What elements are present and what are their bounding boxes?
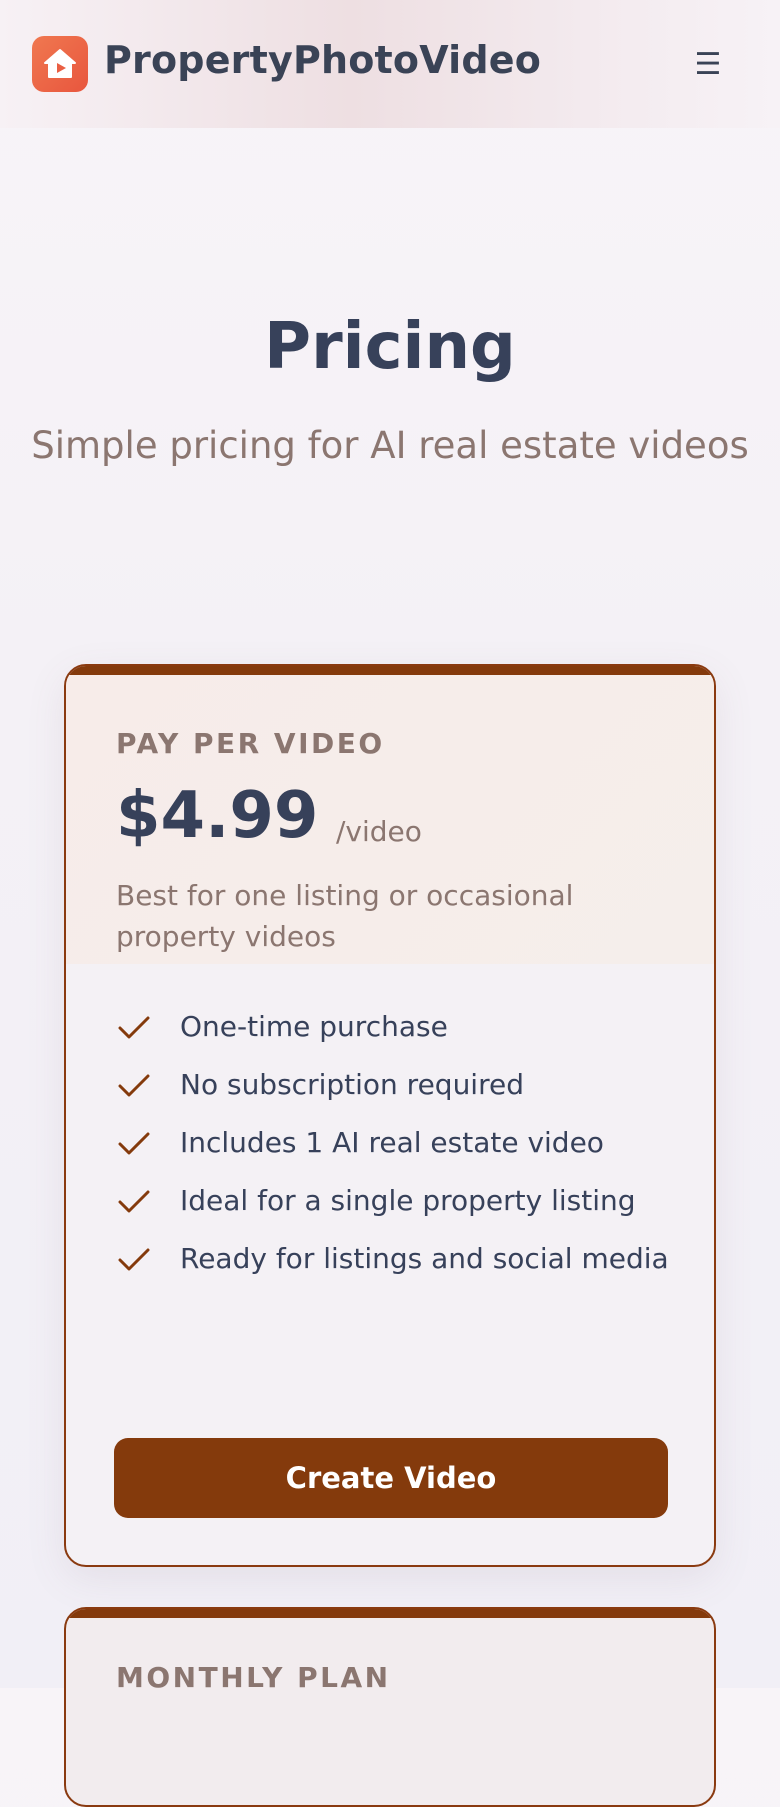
checkmark-icon bbox=[118, 1016, 150, 1039]
create-video-button[interactable]: Create Video bbox=[114, 1438, 668, 1518]
feature-text: Ideal for a single property listing bbox=[180, 1184, 636, 1217]
plan-description: Best for one listing or occasional prope… bbox=[116, 879, 574, 953]
feature-item: Includes 1 AI real estate video bbox=[116, 1122, 676, 1164]
house-play-icon[interactable] bbox=[32, 36, 88, 92]
plan-price: $4.99 bbox=[116, 779, 319, 853]
checkmark-icon bbox=[118, 1190, 150, 1213]
plan-label: PAY PER VIDEO bbox=[116, 727, 385, 760]
pricing-card-pay-per-video: PAY PER VIDEO $4.99 /video Best for one … bbox=[64, 664, 716, 1567]
feature-item: Ideal for a single property listing bbox=[116, 1180, 676, 1222]
pricing-card-monthly-plan: MONTHLY PLAN bbox=[64, 1607, 716, 1807]
brand-name[interactable]: PropertyPhotoVideo bbox=[104, 38, 541, 82]
feature-item: One-time purchase bbox=[116, 1006, 676, 1048]
feature-text: No subscription required bbox=[180, 1068, 524, 1101]
checkmark-icon bbox=[118, 1074, 150, 1097]
plan-label: MONTHLY PLAN bbox=[116, 1661, 391, 1694]
feature-list: One-time purchase No subscription requir… bbox=[116, 1006, 676, 1296]
feature-item: No subscription required bbox=[116, 1064, 676, 1106]
feature-item: Ready for listings and social media bbox=[116, 1238, 676, 1280]
hamburger-menu-icon[interactable]: ☰ bbox=[688, 40, 728, 88]
page-subtitle: Simple pricing for AI real estate videos bbox=[31, 424, 749, 467]
plan-price-unit: /video bbox=[336, 815, 422, 848]
checkmark-icon bbox=[118, 1132, 150, 1155]
page-title: Pricing bbox=[264, 310, 516, 384]
card-accent-bar bbox=[66, 666, 714, 675]
feature-text: Includes 1 AI real estate video bbox=[180, 1126, 604, 1159]
card-accent-bar bbox=[66, 1609, 714, 1618]
checkmark-icon bbox=[118, 1248, 150, 1271]
feature-text: Ready for listings and social media bbox=[180, 1242, 669, 1275]
card-header-panel: PAY PER VIDEO $4.99 /video Best for one … bbox=[66, 675, 714, 964]
feature-text: One-time purchase bbox=[180, 1010, 448, 1043]
top-navigation-bar: PropertyPhotoVideo ☰ bbox=[0, 0, 780, 128]
